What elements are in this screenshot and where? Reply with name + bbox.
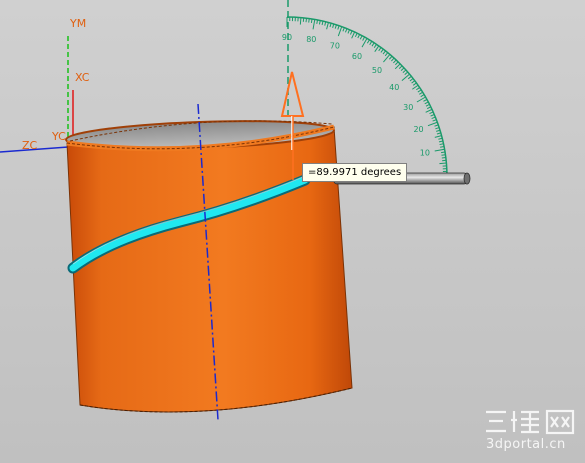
protractor-label-70: 70 <box>330 41 340 50</box>
protractor-tick <box>324 21 327 26</box>
protractor-tick <box>441 151 446 154</box>
protractor-tick <box>388 55 393 60</box>
protractor-tick <box>416 87 420 91</box>
protractor-tick <box>411 80 416 84</box>
protractor-label-50: 50 <box>372 66 382 75</box>
protractor-tick <box>351 31 356 39</box>
protractor-tick <box>326 22 329 30</box>
protractor-label-90: 90 <box>282 33 292 42</box>
protractor-tick <box>299 17 302 25</box>
protractor-tick <box>369 41 373 45</box>
protractor-tick <box>430 114 435 117</box>
protractor-tick <box>359 35 363 40</box>
protractor-tick <box>400 67 405 71</box>
graphics-viewport[interactable]: 90 80 70 60 50 40 30 20 10 YM XC ZC YC =… <box>0 0 585 463</box>
protractor-tick <box>382 50 386 55</box>
protractor-tick <box>420 94 425 98</box>
protractor-tick <box>425 103 430 107</box>
protractor-tick <box>407 75 412 80</box>
protractor-tick <box>393 59 397 64</box>
protractor-tick <box>321 20 324 26</box>
protractor-tick <box>378 47 382 52</box>
protractor-tick <box>434 124 439 127</box>
3dportal-logo <box>486 409 575 435</box>
protractor-tick <box>332 23 335 28</box>
protractor-tick <box>425 108 433 113</box>
protractor-tick <box>362 36 366 41</box>
cylinder-body[interactable] <box>65 117 353 413</box>
zc-axis-label: ZC <box>22 139 38 152</box>
protractor-tick <box>409 78 414 82</box>
protractor-tick <box>354 32 358 38</box>
protractor-tick <box>391 57 395 62</box>
protractor-label-40: 40 <box>389 83 399 92</box>
protractor-label-20: 20 <box>413 125 423 134</box>
protractor-tick <box>427 121 438 127</box>
protractor-tick <box>344 28 348 33</box>
protractor-tick <box>434 135 442 138</box>
protractor-tick <box>366 39 370 44</box>
watermark: 3dportal.cn <box>484 408 579 458</box>
protractor-tick <box>429 111 434 115</box>
protractor-tick <box>424 101 429 105</box>
watermark-url: 3dportal.cn <box>486 437 566 452</box>
protractor-tick <box>412 82 417 86</box>
protractor-tick <box>426 106 432 110</box>
ym-axis-label: YM <box>70 17 87 30</box>
protractor-tick <box>398 65 403 69</box>
protractor-tick <box>432 119 437 122</box>
protractor-tick <box>419 91 423 95</box>
protractor-tick <box>371 42 375 47</box>
protractor-tick <box>329 23 332 28</box>
protractor-tick <box>380 48 384 53</box>
protractor-tick <box>342 27 345 32</box>
protractor-tick <box>435 127 440 130</box>
protractor-tick <box>337 25 340 30</box>
protractor-tick <box>441 154 446 156</box>
protractor-label-10: 10 <box>420 149 430 158</box>
protractor-tick <box>373 44 377 48</box>
protractor-tick <box>438 137 443 140</box>
protractor-label-60: 60 <box>352 52 362 61</box>
protractor-tick <box>434 148 445 152</box>
protractor-tick <box>417 89 422 93</box>
protractor-tick <box>337 26 343 37</box>
protractor-tick <box>438 140 444 143</box>
protractor-tick <box>310 18 313 23</box>
protractor-tick <box>436 132 441 135</box>
protractor-tick <box>383 54 391 63</box>
xc-axis-label: XC <box>75 71 90 84</box>
protractor-tick <box>404 71 409 76</box>
protractor-tick <box>401 73 410 81</box>
protractor-tick <box>384 52 389 57</box>
protractor-tick <box>423 98 428 102</box>
protractor-tick <box>347 29 350 34</box>
protractor-label-30: 30 <box>403 103 413 112</box>
protractor-tick <box>439 162 447 165</box>
protractor-tick <box>357 34 361 39</box>
protractor-tick <box>312 19 316 30</box>
protractor-tick <box>395 61 399 66</box>
protractor-tick <box>436 129 441 132</box>
protractor-tick <box>308 18 310 23</box>
protractor-label-80: 80 <box>306 35 316 44</box>
protractor-tick <box>349 30 353 35</box>
protractor-tick <box>334 24 337 29</box>
protractor-tick <box>402 69 407 73</box>
angle-readout-tooltip[interactable]: =89.9971 degrees <box>302 163 408 182</box>
yc-axis-label: YC <box>52 130 66 143</box>
3d-scene[interactable]: 90 80 70 60 50 40 30 20 10 <box>0 0 585 463</box>
protractor-tick <box>431 116 436 120</box>
